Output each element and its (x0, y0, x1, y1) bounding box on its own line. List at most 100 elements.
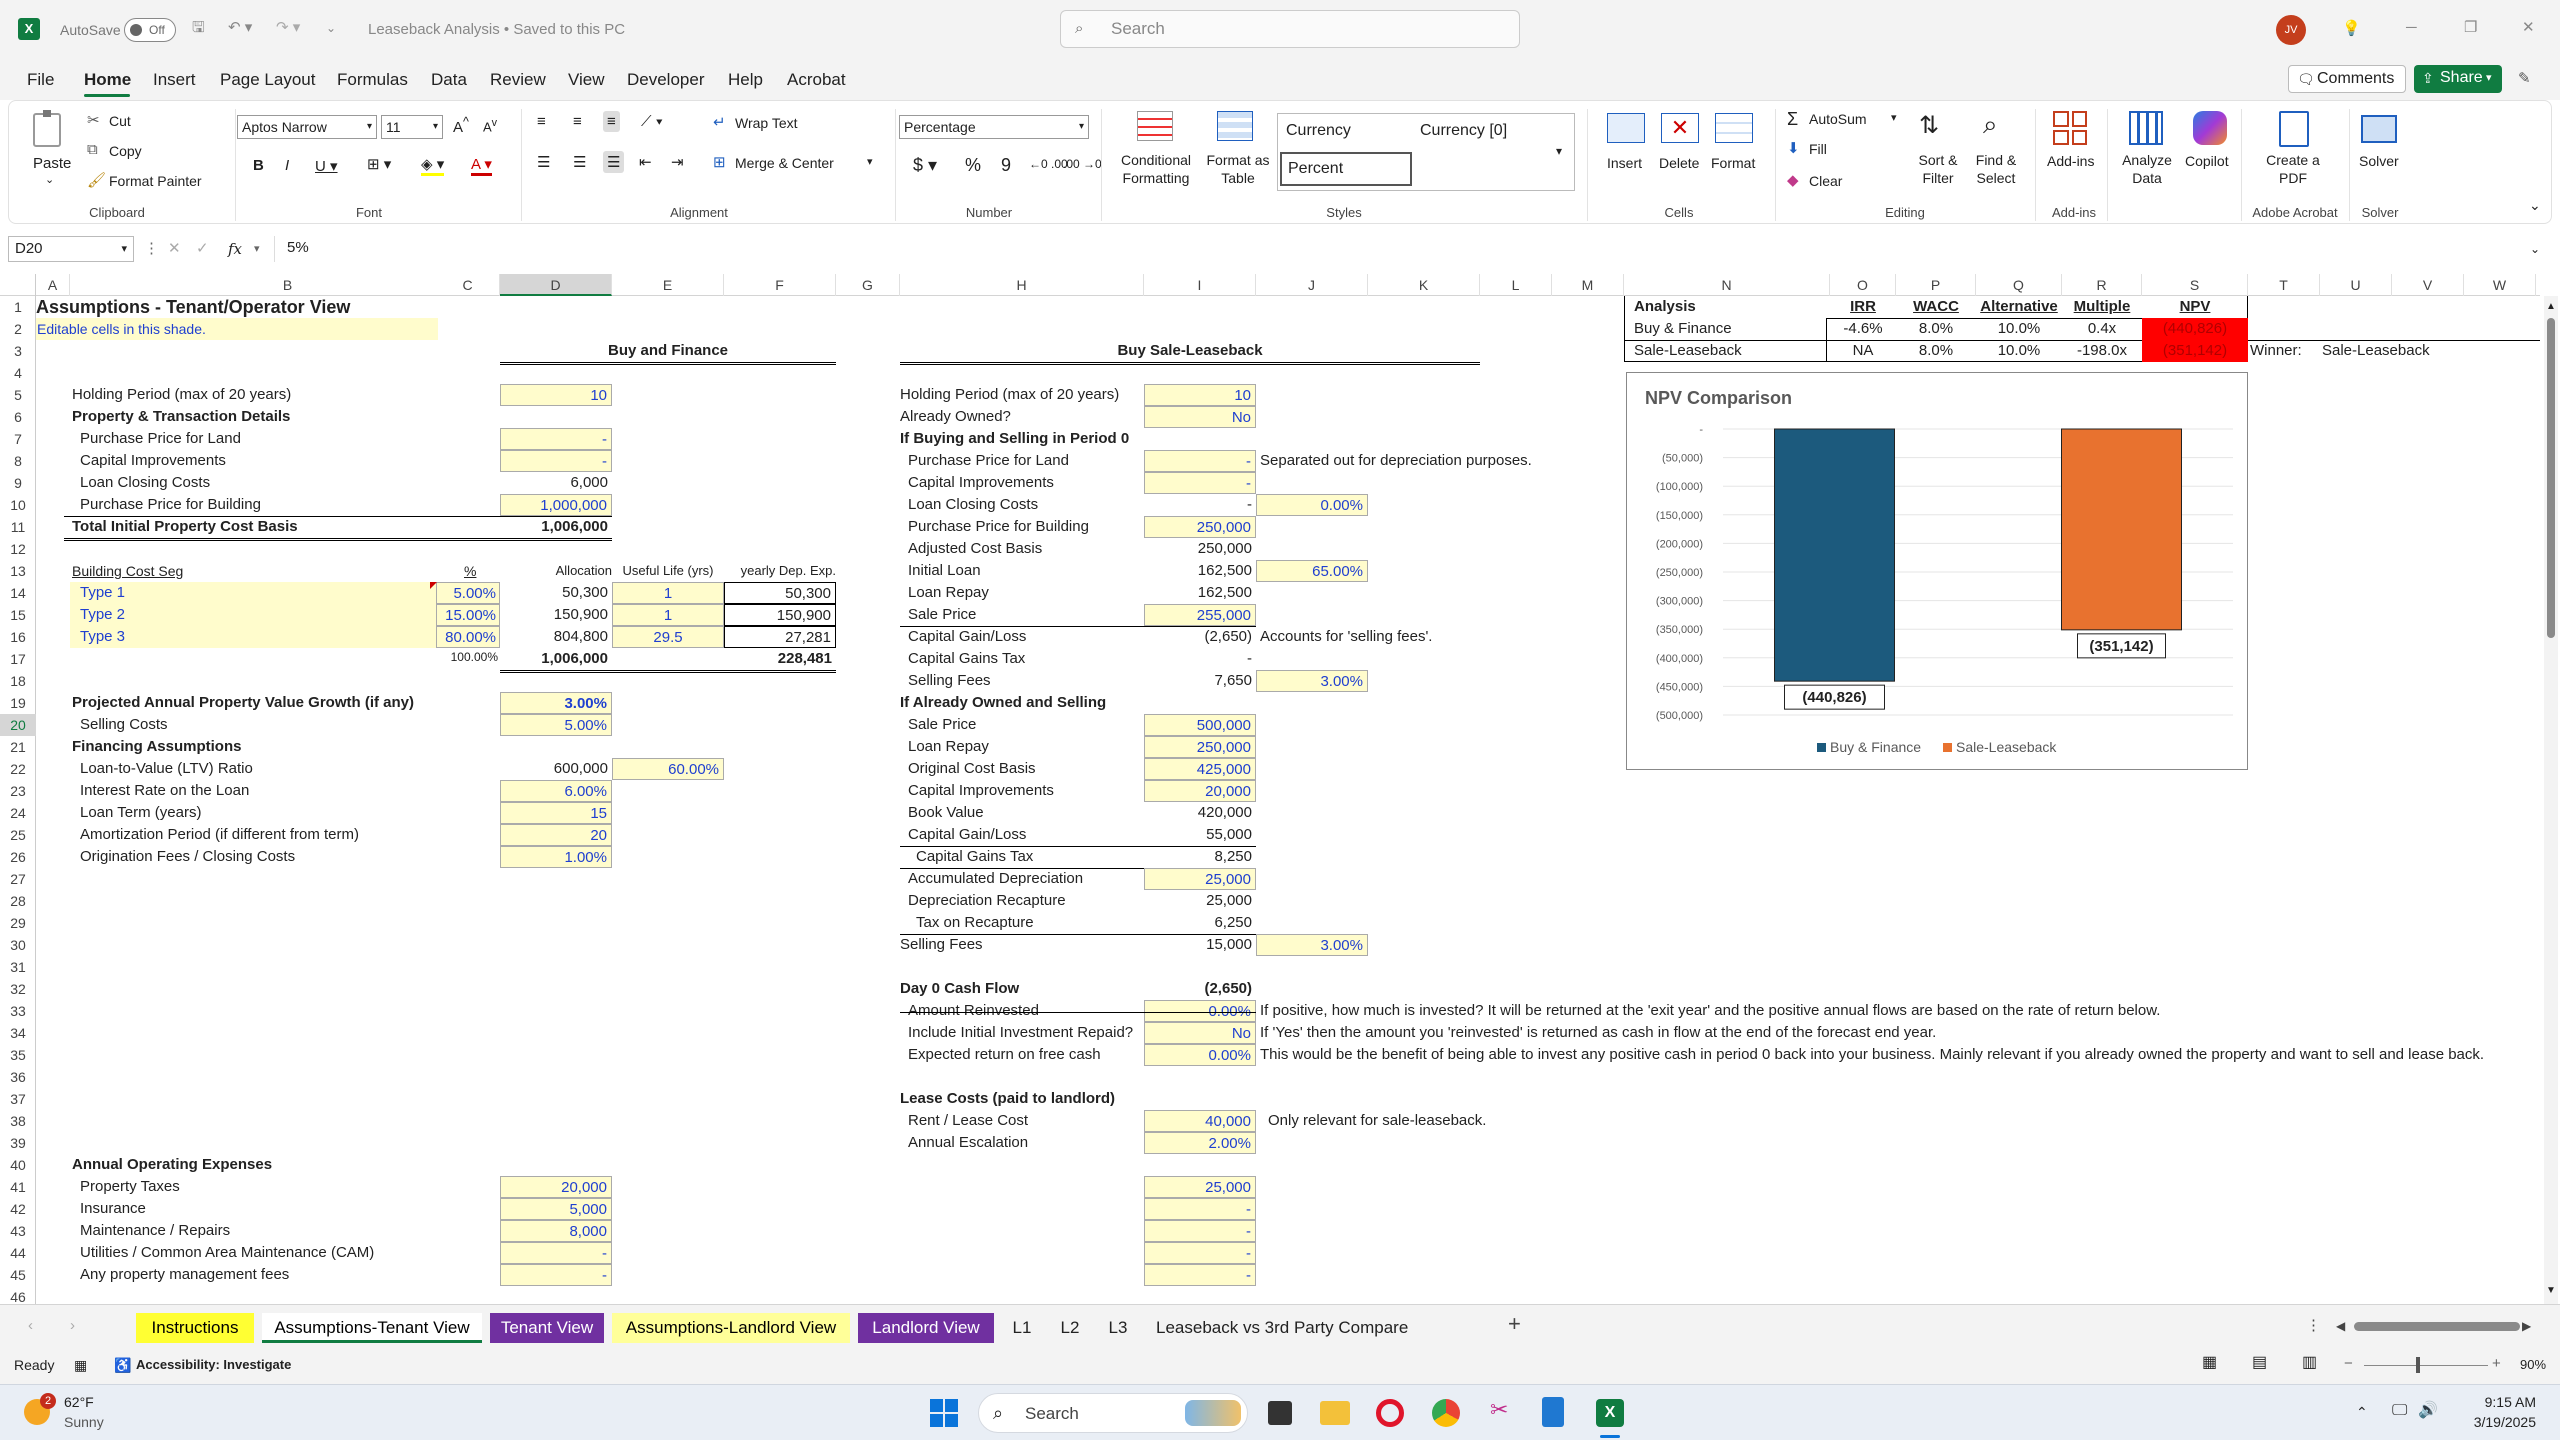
addins-button[interactable]: Add-ins (2047, 153, 2094, 169)
document-title[interactable]: Leaseback Analysis • Saved to this PC (368, 19, 625, 41)
npv-cell[interactable]: (351,142) (2142, 340, 2248, 362)
leaseback-cell[interactable]: - (1144, 648, 1256, 670)
tabs-more-icon[interactable]: ⋮ (2306, 1315, 2321, 1337)
analysis-cell[interactable]: 8.0% (1896, 318, 1976, 340)
increase-decimal-icon[interactable]: ←0 .00 (1029, 157, 1068, 171)
sheet-tab[interactable]: Tenant View (490, 1313, 604, 1343)
tab-scroll-left-icon[interactable]: ‹ (28, 1315, 33, 1337)
cancel-icon[interactable]: ✕ (168, 238, 181, 260)
vscroll-down-icon[interactable]: ▼ (2546, 1280, 2556, 1302)
collapse-ribbon-icon[interactable]: ⌄ (2529, 197, 2541, 214)
coauthor-icon[interactable]: ✎ (2518, 68, 2531, 90)
sheet-tab[interactable]: Landlord View (858, 1313, 994, 1343)
search-box[interactable]: ⌕ Search (1060, 10, 1520, 48)
analysis-cell[interactable]: 10.0% (1976, 318, 2062, 340)
sheet-tab[interactable]: L2 (1050, 1313, 1090, 1343)
col-header-R[interactable]: R (2062, 274, 2142, 296)
formula-input[interactable]: 5% (274, 236, 2544, 262)
format-painter-button[interactable]: Format Painter (109, 173, 202, 189)
sort-filter-button[interactable]: Sort & Filter (1911, 151, 1965, 187)
leaseback-pct-cell[interactable]: 3.00% (1256, 934, 1368, 956)
font-size-select[interactable]: 11 ▾ (381, 115, 443, 139)
analysis-cell[interactable]: -198.0x (2062, 340, 2142, 362)
notepad-icon[interactable] (1542, 1397, 1564, 1427)
leaseback-cell[interactable]: - (1144, 450, 1256, 472)
col-header-E[interactable]: E (612, 274, 724, 296)
col-header-I[interactable]: I (1144, 274, 1256, 296)
bar-sale-leaseback[interactable] (2061, 428, 2182, 631)
leaseback-cell[interactable]: No (1144, 406, 1256, 428)
align-right-icon[interactable]: ☰ (603, 151, 625, 173)
leaseback-cell[interactable]: 0.00% (1144, 1044, 1256, 1066)
col-header-D[interactable]: D (500, 274, 612, 296)
paste-button[interactable]: Paste (33, 155, 71, 172)
clock-time[interactable]: 9:15 AM (2440, 1391, 2536, 1413)
legend-entry[interactable]: Buy & Finance (1830, 739, 1921, 755)
leaseback-cell[interactable]: 250,000 (1144, 736, 1256, 758)
col-header-V[interactable]: V (2392, 274, 2464, 296)
horizontal-scrollbar[interactable] (2354, 1322, 2520, 1331)
legend-entry[interactable]: Sale-Leaseback (1956, 739, 2057, 755)
col-header-H[interactable]: H (900, 274, 1144, 296)
menu-insert[interactable]: Insert (153, 69, 196, 91)
leaseback-cell[interactable]: (2,650) (1144, 978, 1256, 1000)
autosave-toggle[interactable]: Off (124, 18, 176, 42)
menu-view[interactable]: View (568, 69, 605, 91)
align-bottom-icon[interactable]: ≡ (603, 111, 620, 132)
accessibility-status[interactable]: Accessibility: Investigate (136, 1354, 291, 1376)
menu-page-layout[interactable]: Page Layout (220, 69, 315, 91)
worksheet-grid[interactable]: 1 2 3 4 5 6 7 8 9 10 11 12 13 14 15 16 17 18 19 20 21 22 23 24 2… (0, 296, 2540, 1304)
percent-icon[interactable]: % (965, 155, 981, 176)
sheet-tab[interactable]: Instructions (136, 1313, 254, 1343)
col-header-C[interactable]: C (436, 274, 500, 296)
col-header-W[interactable]: W (2464, 274, 2536, 296)
col-header-M[interactable]: M (1552, 274, 1624, 296)
currency-icon[interactable]: $ ▾ (913, 155, 937, 176)
col-header-O[interactable]: O (1830, 274, 1896, 296)
solver-button[interactable]: Solver (2359, 153, 2399, 169)
start-icon[interactable] (930, 1399, 958, 1427)
italic-button[interactable]: I (285, 157, 289, 174)
zoom-in-icon[interactable]: + (2492, 1353, 2501, 1375)
leaseback-cell[interactable]: No (1144, 1022, 1256, 1044)
style-currency[interactable]: Currency (1286, 120, 1351, 142)
fill-button[interactable]: Fill (1809, 141, 1827, 157)
analysis-cell[interactable]: 8.0% (1896, 340, 1976, 362)
leaseback-cell[interactable]: 25,000 (1144, 890, 1256, 912)
enter-icon[interactable]: ✓ (196, 238, 209, 260)
leaseback-cell[interactable]: 15,000 (1144, 934, 1256, 956)
fill-color-icon[interactable]: ◈ ▾ (421, 155, 445, 176)
leaseback-cell[interactable]: 10 (1144, 384, 1256, 406)
minimize-icon[interactable]: ─ (2406, 17, 2417, 39)
chrome-icon[interactable] (1432, 1399, 1460, 1427)
more-icon[interactable]: ⋮ (144, 238, 159, 260)
bar-buy-finance[interactable] (1774, 428, 1895, 682)
name-box[interactable]: D20 ▾ (8, 236, 134, 262)
merge-center-button[interactable]: Merge & Center (735, 155, 834, 171)
avatar[interactable]: JV (2276, 15, 2306, 45)
leaseback-cell[interactable]: 0.00% (1144, 1000, 1256, 1022)
copilot-button[interactable]: Copilot (2185, 153, 2229, 169)
hscroll-left-icon[interactable]: ◀ (2336, 1315, 2345, 1337)
decrease-decimal-icon[interactable]: .00 →0 (1063, 157, 1102, 171)
leaseback-cell[interactable]: 425,000 (1144, 758, 1256, 780)
leaseback-cell[interactable]: 420,000 (1144, 802, 1256, 824)
conditional-formatting-button[interactable]: Conditional Formatting (1109, 151, 1203, 187)
menu-formulas[interactable]: Formulas (337, 69, 408, 91)
snipping-tool-icon[interactable]: ✂ (1490, 1399, 1508, 1421)
tab-scroll-right-icon[interactable]: › (70, 1315, 75, 1337)
format-as-table-button[interactable]: Format as Table (1203, 151, 1273, 187)
tray-overflow-icon[interactable]: ⌃ (2356, 1401, 2368, 1423)
hscroll-right-icon[interactable]: ▶ (2522, 1315, 2531, 1337)
npv-cell[interactable]: (440,826) (2142, 318, 2248, 340)
col-header-Q[interactable]: Q (1976, 274, 2062, 296)
number-format-select[interactable]: Percentage ▾ (899, 115, 1089, 139)
col-header-K[interactable]: K (1368, 274, 1480, 296)
leaseback-cell[interactable]: 2.00% (1144, 1132, 1256, 1154)
align-top-icon[interactable]: ≡ (537, 113, 546, 130)
expand-formula-icon[interactable]: ⌄ (2530, 238, 2540, 260)
leaseback-cell[interactable]: 162,500 (1144, 560, 1256, 582)
menu-developer[interactable]: Developer (627, 69, 705, 91)
leaseback-cell[interactable]: 25,000 (1144, 868, 1256, 890)
leaseback-pct-cell[interactable]: 0.00% (1256, 494, 1368, 516)
